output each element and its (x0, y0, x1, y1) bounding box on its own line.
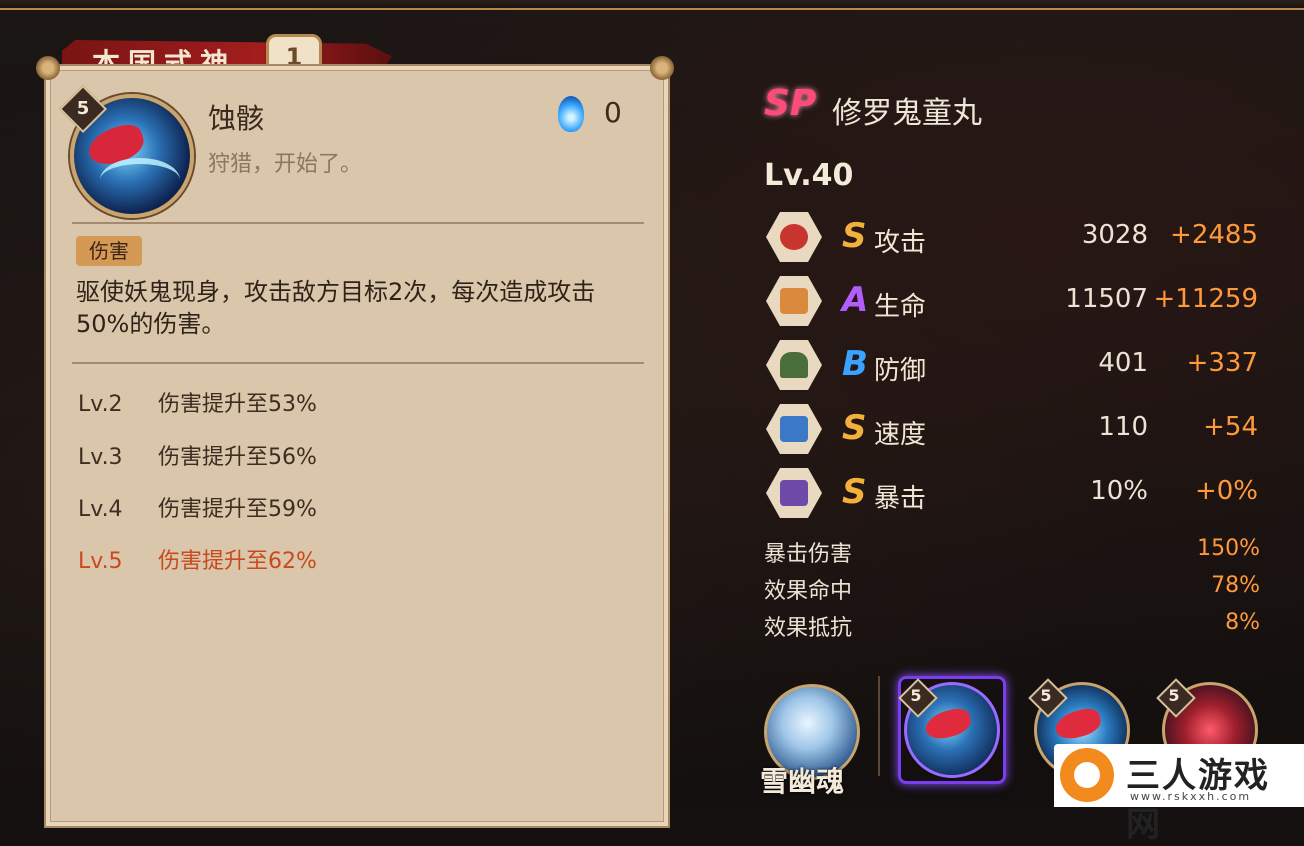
panel-corner-ornament (650, 56, 674, 80)
level-label: Lv.5 (78, 549, 123, 574)
level-row: Lv.3 伤害提升至56% (78, 439, 317, 471)
stat-bonus-value: +337 (1186, 348, 1258, 378)
panel-corner-ornament (36, 56, 60, 80)
grade-s-icon: S (842, 408, 867, 448)
watermark-logo-icon (1060, 748, 1114, 802)
top-bar (0, 0, 1304, 10)
sub-stat-value: 8% (1225, 610, 1260, 635)
stat-base-value: 401 (1098, 348, 1148, 378)
character-name: 修罗鬼童丸 (832, 96, 982, 131)
level-row: Lv.2 伤害提升至53% (78, 386, 317, 418)
grade-a-icon: A (842, 280, 869, 320)
stat-base-value: 110 (1098, 412, 1148, 442)
divider (72, 222, 644, 224)
skill-type-tag: 伤害 (76, 236, 142, 266)
sub-stat-value: 78% (1211, 573, 1260, 598)
stat-bonus-value: +11259 (1153, 284, 1259, 314)
stat-bonus-value: +54 (1203, 412, 1258, 442)
wave-icon (100, 158, 180, 202)
sub-stat-label: 效果命中 (764, 579, 853, 604)
portrait-name: 雪幽魂 (760, 765, 845, 798)
sub-stat-label: 效果抵抗 (764, 616, 853, 641)
stat-label: 暴击 (874, 484, 927, 514)
divider (72, 362, 644, 364)
sub-stat-label: 暴击伤害 (764, 542, 853, 567)
watermark-url: www.rskxxh.com (1130, 790, 1252, 803)
stat-label: 攻击 (874, 228, 927, 258)
grade-b-icon: B (842, 344, 868, 384)
soul-fire-icon (558, 96, 584, 132)
stat-base-value: 10% (1090, 476, 1148, 506)
stat-base-value: 3028 (1081, 220, 1148, 250)
character-level: Lv.40 (764, 158, 854, 193)
skill-level-number: 5 (76, 98, 90, 119)
sub-stat-value: 150% (1197, 536, 1260, 561)
level-label: Lv.2 (78, 392, 123, 417)
skill-description: 驱使妖鬼现身，攻击敌方目标2次，每次造成攻击50%的伤害。 (76, 278, 596, 338)
skill-name: 蚀骸 (208, 102, 265, 135)
fish-icon (1052, 705, 1104, 743)
level-row: Lv.4 伤害提升至59% (78, 491, 317, 523)
grade-s-icon: S (842, 472, 867, 512)
skill-quote: 狩猎，开始了。 (208, 152, 363, 177)
sp-rarity-icon: SP (764, 83, 817, 124)
fish-icon (922, 705, 974, 743)
level-effect: 伤害提升至59% (158, 497, 317, 522)
orb-cost: 0 (604, 96, 622, 129)
skill-level-number: 5 (910, 686, 922, 705)
stat-label: 防御 (874, 356, 927, 386)
stat-base-value: 11507 (1065, 284, 1148, 314)
stat-label: 速度 (874, 420, 927, 450)
level-label: Lv.4 (78, 497, 123, 522)
skill-level-number: 5 (1168, 686, 1180, 705)
stat-bonus-value: +2485 (1170, 220, 1258, 250)
stat-bonus-value: +0% (1194, 476, 1258, 506)
stat-label: 生命 (874, 292, 927, 322)
level-label: Lv.3 (78, 445, 123, 470)
level-row-current: Lv.5 伤害提升至62% (78, 543, 317, 575)
skill-level-number: 5 (1040, 686, 1052, 705)
level-effect: 伤害提升至62% (158, 549, 317, 574)
level-effect: 伤害提升至56% (158, 445, 317, 470)
level-effect: 伤害提升至53% (158, 392, 317, 417)
grade-s-icon: S (842, 216, 867, 256)
divider (878, 676, 880, 776)
